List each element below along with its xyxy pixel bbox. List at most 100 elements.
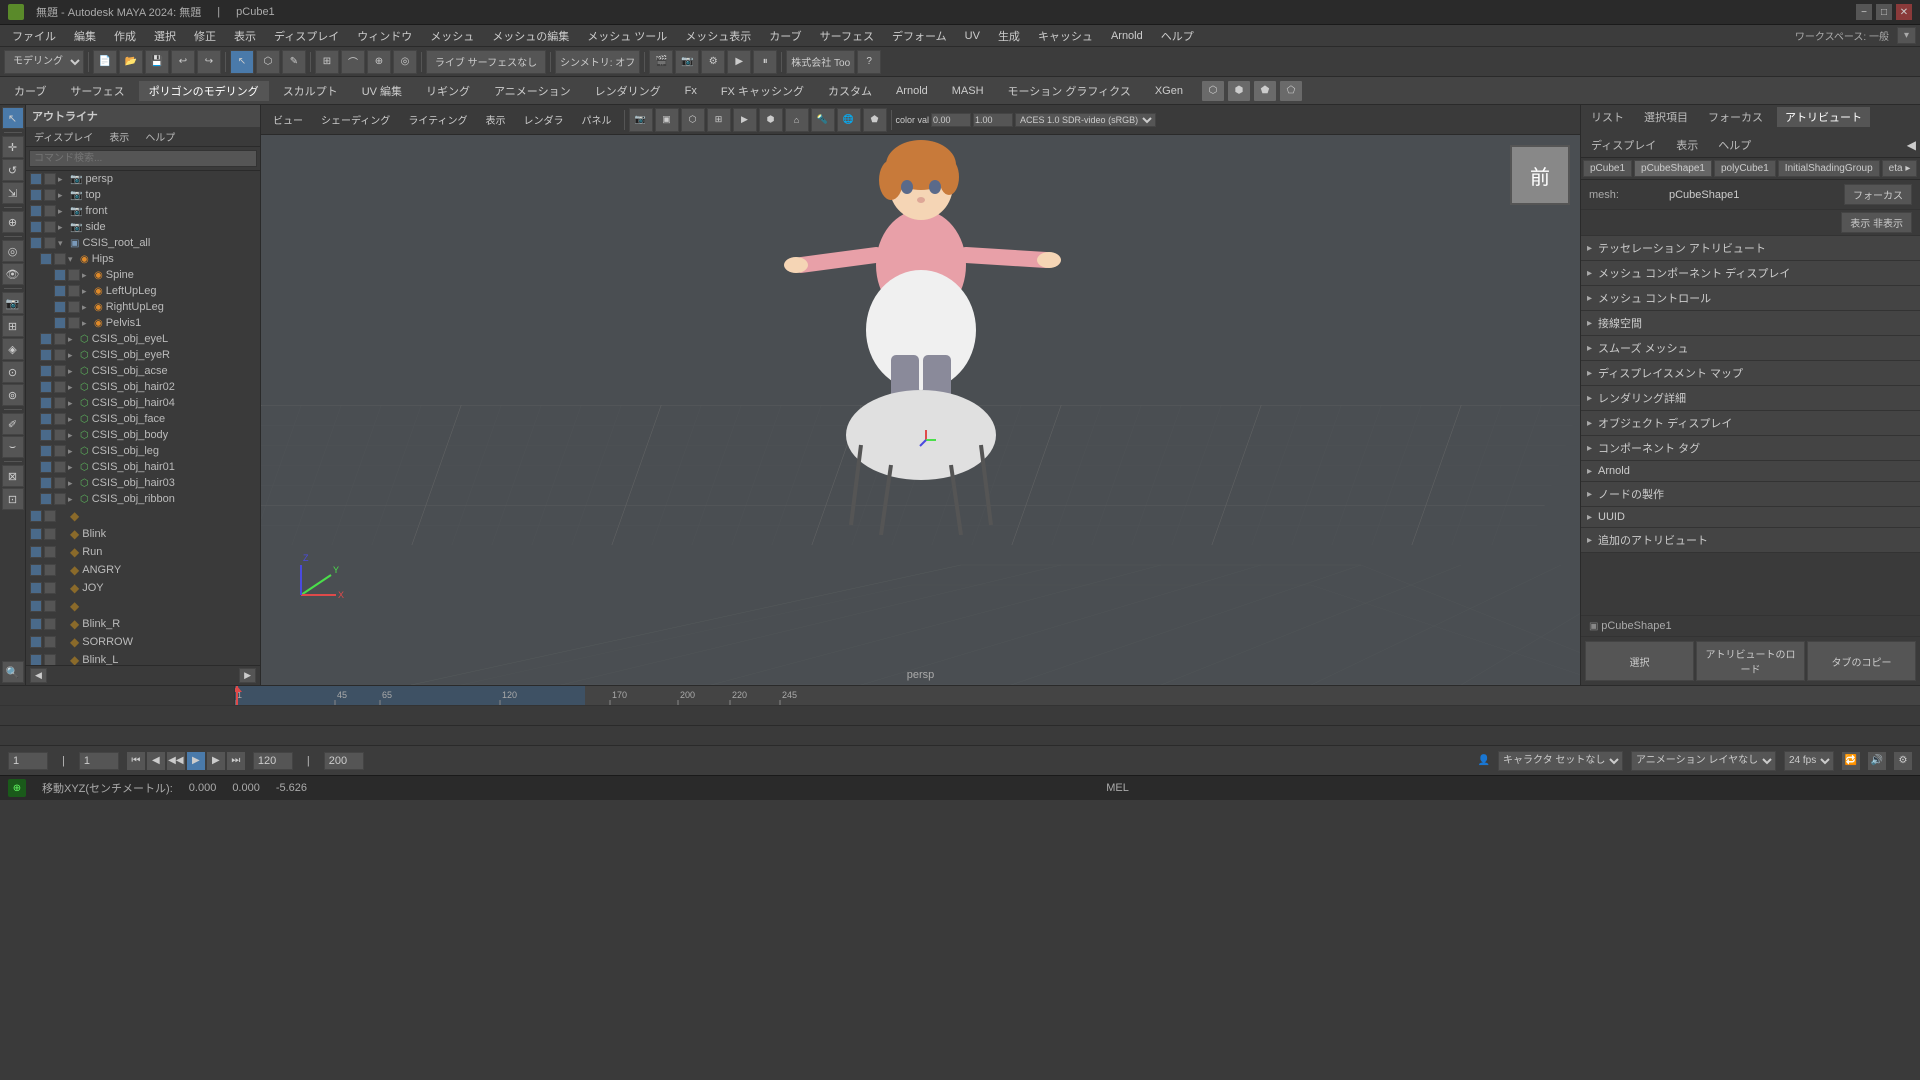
menu-help[interactable]: ヘルプ	[1153, 25, 1202, 47]
vp-btn3[interactable]: ⬡	[681, 108, 705, 132]
outliner-item-top[interactable]: ▸ 📷 top	[26, 187, 260, 203]
select-button[interactable]: ↖	[230, 50, 254, 74]
outliner-item-spine[interactable]: ▸ ◉ Spine	[26, 267, 260, 283]
attr-group-header-component-tag[interactable]: ▸ コンポーネント タグ	[1581, 436, 1920, 460]
maximize-button[interactable]: □	[1876, 4, 1892, 20]
vp-colorspace-select[interactable]: ACES 1.0 SDR-video (sRGB)	[1015, 113, 1156, 127]
rp-tab-focus[interactable]: フォーカス	[1702, 107, 1769, 127]
shelf-tab-arnold[interactable]: Arnold	[886, 83, 938, 99]
node-tab-initialshading[interactable]: InitialShadingGroup	[1778, 160, 1880, 177]
show-hide[interactable]: 👁	[2, 263, 24, 285]
outliner-item-leg[interactable]: ▸ ⬡ CSIS_obj_leg	[26, 443, 260, 459]
outliner-item-angry[interactable]: ◆ ANGRY	[26, 561, 260, 579]
vp-btn9[interactable]: 🌐	[837, 108, 861, 132]
snap-grid-button[interactable]: ⊞	[315, 50, 339, 74]
rp-tab-attr[interactable]: アトリビュート	[1777, 107, 1870, 127]
shelf-tab-rigging[interactable]: リギング	[416, 81, 480, 101]
snap-curve-button[interactable]: ⌒	[341, 50, 365, 74]
shelf-tab-surface[interactable]: サーフェス	[60, 81, 134, 101]
new-file-button[interactable]: 📄	[93, 50, 117, 74]
menu-curve[interactable]: カーブ	[761, 25, 809, 47]
attr-group-header-render[interactable]: ▸ レンダリング詳細	[1581, 386, 1920, 410]
soft-select[interactable]: ◎	[2, 240, 24, 262]
hypershade[interactable]: ◈	[2, 338, 24, 360]
attr-group-header-node-behavior[interactable]: ▸ ノードの製作	[1581, 482, 1920, 506]
outliner-item-body[interactable]: ▸ ⬡ CSIS_obj_body	[26, 427, 260, 443]
shelf-tab-sculpt[interactable]: スカルプト	[273, 81, 348, 101]
show-hide-button[interactable]: 表示 非表示	[1841, 212, 1912, 233]
rp-tab-show[interactable]: 表示	[1670, 135, 1704, 155]
outliner-item-hair04[interactable]: ▸ ⬡ CSIS_obj_hair04	[26, 395, 260, 411]
titlebar-controls[interactable]: − □ ✕	[1856, 4, 1912, 20]
character-set-dropdown[interactable]: キャラクタ セットなし	[1498, 751, 1623, 771]
outliner-item-eyeL[interactable]: ▸ ⬡ CSIS_obj_eyeL	[26, 331, 260, 347]
outliner-item-ribbon[interactable]: ▸ ⬡ CSIS_obj_ribbon	[26, 491, 260, 507]
settings-button[interactable]: ⚙	[1894, 752, 1912, 770]
menu-modify[interactable]: 修正	[186, 25, 224, 47]
shelf-icon-2[interactable]: ⬢	[1227, 80, 1251, 102]
scale-tool[interactable]: ⇲	[2, 182, 24, 204]
step-back-button[interactable]: ◀	[147, 752, 165, 770]
vp-menu-lighting[interactable]: ライティング	[400, 109, 475, 131]
shelf-tab-curve[interactable]: カーブ	[4, 81, 56, 101]
select-action-button[interactable]: 選択	[1585, 641, 1694, 681]
outliner-item-eyeR[interactable]: ▸ ⬡ CSIS_obj_eyeR	[26, 347, 260, 363]
anim-layer-dropdown[interactable]: アニメーション レイヤなし	[1631, 751, 1776, 771]
current-frame-input[interactable]	[8, 752, 48, 770]
outliner-item-hips[interactable]: ▾ ◉ Hips	[26, 251, 260, 267]
minimize-button[interactable]: −	[1856, 4, 1872, 20]
timeline-ruler-area[interactable]: 1 45 65 120 170 200 220 245	[235, 686, 1920, 705]
paint-effects[interactable]: ✐	[2, 413, 24, 435]
copy-tab-button[interactable]: タブのコピー	[1807, 641, 1916, 681]
outliner-search-input[interactable]	[29, 150, 257, 167]
outliner-item-joy[interactable]: ◆ JOY	[26, 579, 260, 597]
outliner-item-diamond1[interactable]: ◆	[26, 507, 260, 525]
node-tab-polycube1[interactable]: polyCube1	[1714, 160, 1776, 177]
menu-surface[interactable]: サーフェス	[812, 25, 882, 47]
snap-surface-button[interactable]: ◎	[393, 50, 417, 74]
outliner-item-pelvis1[interactable]: ▸ ◉ Pelvis1	[26, 315, 260, 331]
vp-btn6[interactable]: ⬢	[759, 108, 783, 132]
vp-btn5[interactable]: ▶	[733, 108, 757, 132]
viewport-cube[interactable]: 前	[1510, 145, 1570, 205]
sound-button[interactable]: 🔊	[1868, 752, 1886, 770]
vp-btn10[interactable]: ⬟	[863, 108, 887, 132]
shelf-icon-3[interactable]: ⬟	[1253, 80, 1277, 102]
outliner-item-hair02[interactable]: ▸ ⬡ CSIS_obj_hair02	[26, 379, 260, 395]
vp-gamma-input[interactable]	[973, 113, 1013, 127]
step-forward-button[interactable]: ▶	[207, 752, 225, 770]
menu-edit[interactable]: 編集	[66, 25, 104, 47]
outliner-tab-display[interactable]: ディスプレイ	[26, 127, 101, 146]
shelf-tab-mash[interactable]: MASH	[942, 83, 994, 99]
vp-btn7[interactable]: ⌂	[785, 108, 809, 132]
render-btn2[interactable]: 📷	[675, 50, 699, 74]
rp-tab-selected[interactable]: 選択項目	[1638, 107, 1694, 127]
menu-generate[interactable]: 生成	[990, 25, 1028, 47]
lasso-button[interactable]: ⬡	[256, 50, 280, 74]
shelf-icon-4[interactable]: ⬠	[1279, 80, 1303, 102]
outliner-item-face[interactable]: ▸ ⬡ CSIS_obj_face	[26, 411, 260, 427]
outliner-item-rightupleg[interactable]: ▸ ◉ RightUpLeg	[26, 299, 260, 315]
point-snap[interactable]: ⊡	[2, 488, 24, 510]
attr-group-header-mesh-component[interactable]: ▸ メッシュ コンポーネント ディスプレイ	[1581, 261, 1920, 285]
timeline-track-area[interactable]	[235, 706, 1920, 725]
outliner-item-blinkL[interactable]: ◆ Blink_L	[26, 651, 260, 665]
rp-tab-list[interactable]: リスト	[1585, 107, 1630, 127]
select-tool[interactable]: ↖	[2, 107, 24, 129]
vp-menu-show[interactable]: 表示	[478, 109, 514, 131]
menu-deform[interactable]: デフォーム	[884, 25, 955, 47]
attr-group-header-mesh-ctrl[interactable]: ▸ メッシュ コントロール	[1581, 286, 1920, 310]
rp-tab-help[interactable]: ヘルプ	[1712, 135, 1757, 155]
shelf-tab-uv[interactable]: UV 編集	[352, 81, 412, 101]
vp-menu-panels[interactable]: パネル	[574, 109, 620, 131]
outliner-item-hair01[interactable]: ▸ ⬡ CSIS_obj_hair01	[26, 459, 260, 475]
outliner-item-hair03[interactable]: ▸ ⬡ CSIS_obj_hair03	[26, 475, 260, 491]
vp-btn2[interactable]: ▣	[655, 108, 679, 132]
outliner-item-blinkR[interactable]: ◆ Blink_R	[26, 615, 260, 633]
node-tab-pcubeshape1[interactable]: pCubeShape1	[1634, 160, 1712, 177]
move-tool[interactable]: ✛	[2, 136, 24, 158]
outliner-item-side[interactable]: ▸ 📷 side	[26, 219, 260, 235]
scroll-right-button[interactable]: ▶	[239, 668, 256, 683]
paint-button[interactable]: ✎	[282, 50, 306, 74]
outliner-item-sorrow[interactable]: ◆ SORROW	[26, 633, 260, 651]
